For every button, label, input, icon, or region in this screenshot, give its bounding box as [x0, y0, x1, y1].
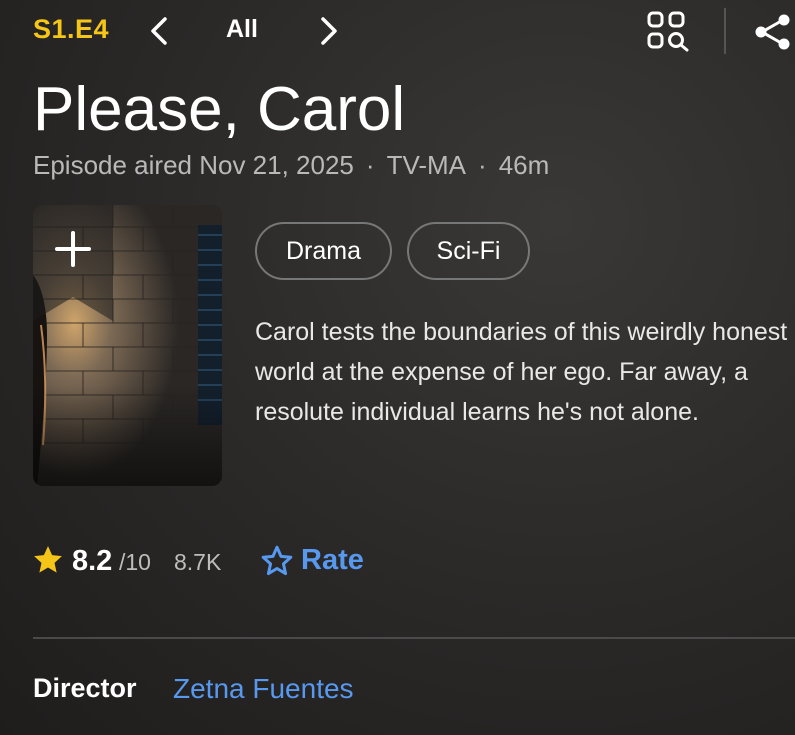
chevron-left-icon: [151, 17, 167, 45]
rate-label: Rate: [301, 544, 364, 576]
share-button[interactable]: [752, 12, 792, 52]
director-label: Director: [33, 673, 137, 703]
rating-max: /10: [119, 549, 151, 575]
star-filled-icon: [34, 546, 62, 573]
add-to-watchlist-button[interactable]: [33, 205, 113, 321]
genre-chip-drama[interactable]: Drama: [255, 222, 392, 280]
previous-episode-button[interactable]: [146, 14, 172, 48]
rating-value: 8.2: [72, 545, 113, 577]
star-outline-icon: [261, 545, 293, 576]
share-icon: [755, 14, 790, 50]
plot-summary: Carol tests the boundaries of this weird…: [255, 318, 788, 426]
meta-separator: ·: [365, 150, 375, 180]
episode-meta: Episode aired Nov 21, 2025 · TV-MA · 46m: [33, 150, 549, 181]
runtime: 46m: [498, 150, 550, 180]
rating-count: 8.7K: [174, 549, 222, 575]
episode-code: S1.E4: [33, 14, 110, 44]
chevron-right-icon: [321, 17, 337, 45]
grid-search-button[interactable]: [646, 10, 690, 52]
next-episode-button[interactable]: [316, 14, 342, 48]
all-episodes-link[interactable]: All: [226, 15, 258, 44]
content-rating: TV-MA: [386, 150, 467, 180]
meta-separator: ·: [478, 150, 487, 180]
rating-row: 8.2 /10 8.7K Rate: [31, 541, 531, 581]
air-date: Episode aired Nov 21, 2025: [33, 150, 354, 180]
genre-chip-sci-fi[interactable]: Sci-Fi: [407, 222, 530, 280]
plus-icon: [55, 231, 91, 267]
episode-title: Please, Carol: [33, 75, 406, 144]
top-bar: S1.E4 All: [0, 0, 795, 62]
director-link[interactable]: Zetna Fuentes: [173, 673, 354, 705]
grid-search-icon: [647, 11, 689, 52]
episode-poster[interactable]: [33, 205, 222, 486]
rate-button[interactable]: Rate: [259, 541, 379, 581]
header-divider: [724, 8, 726, 54]
section-divider: [33, 637, 795, 639]
